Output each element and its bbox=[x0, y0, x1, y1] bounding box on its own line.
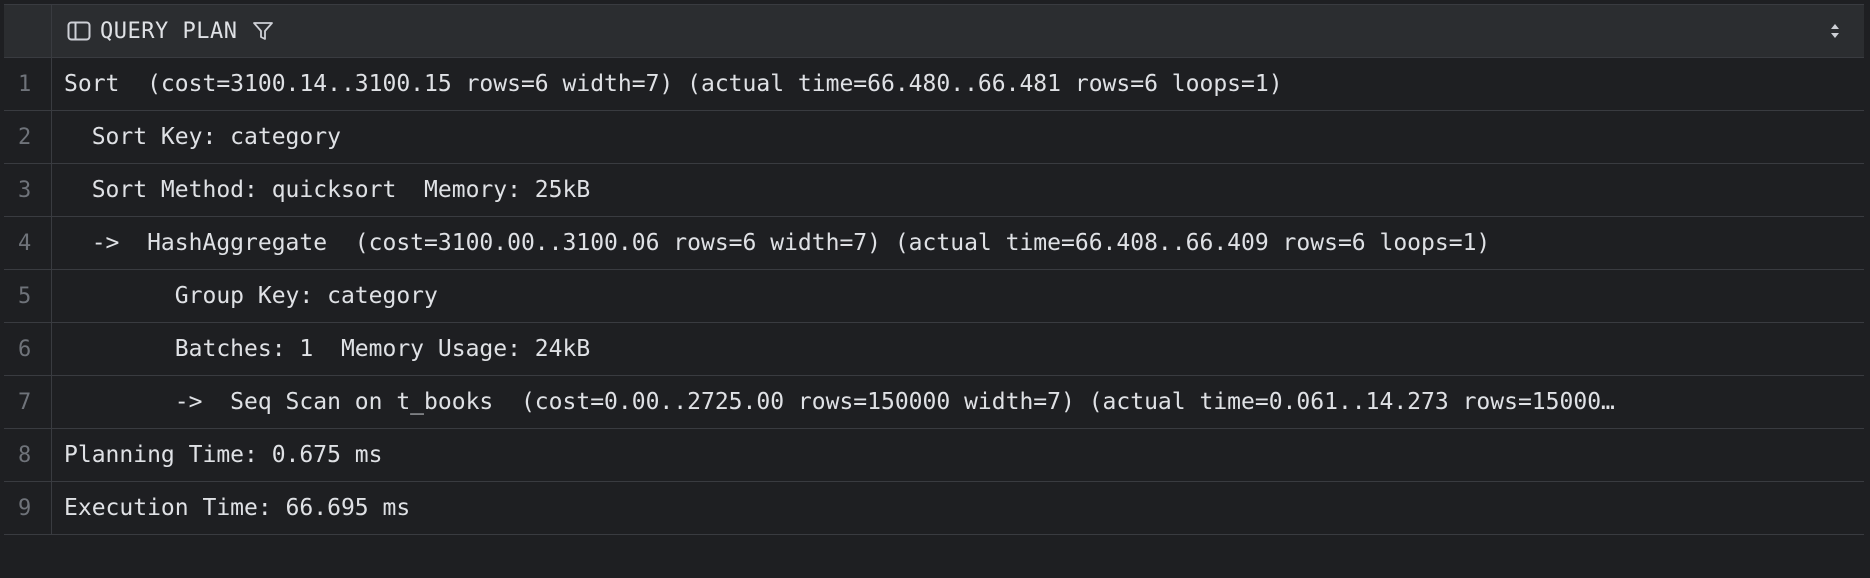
cell-text: Sort (cost=3100.14..3100.15 rows=6 width… bbox=[64, 71, 1283, 97]
query-plan-cell[interactable]: Execution Time: 66.695 ms bbox=[52, 482, 1864, 534]
query-plan-cell[interactable]: Planning Time: 0.675 ms bbox=[52, 429, 1864, 481]
row-number: 3 bbox=[4, 164, 52, 216]
row-number: 2 bbox=[4, 111, 52, 163]
cell-text: Planning Time: 0.675 ms bbox=[64, 442, 383, 468]
query-plan-cell[interactable]: -> HashAggregate (cost=3100.00..3100.06 … bbox=[52, 217, 1864, 269]
query-plan-grid: QUERY PLAN 1 Sort (cost=3100.14..3100.15… bbox=[4, 4, 1864, 535]
row-number: 9 bbox=[4, 482, 52, 534]
table-row[interactable]: 5 Group Key: category bbox=[4, 270, 1864, 323]
cell-text: -> Seq Scan on t_books (cost=0.00..2725.… bbox=[64, 389, 1615, 415]
row-number: 4 bbox=[4, 217, 52, 269]
cell-text: Batches: 1 Memory Usage: 24kB bbox=[64, 336, 591, 362]
table-row[interactable]: 2 Sort Key: category bbox=[4, 111, 1864, 164]
query-plan-cell[interactable]: Batches: 1 Memory Usage: 24kB bbox=[52, 323, 1864, 375]
filter-icon[interactable] bbox=[251, 19, 275, 43]
cell-text: Sort Method: quicksort Memory: 25kB bbox=[64, 177, 591, 203]
cell-text: Group Key: category bbox=[64, 283, 438, 309]
row-number: 5 bbox=[4, 270, 52, 322]
table-row[interactable]: 9 Execution Time: 66.695 ms bbox=[4, 482, 1864, 535]
table-row[interactable]: 7 -> Seq Scan on t_books (cost=0.00..272… bbox=[4, 376, 1864, 429]
cell-text: -> HashAggregate (cost=3100.00..3100.06 … bbox=[64, 230, 1491, 256]
table-row[interactable]: 3 Sort Method: quicksort Memory: 25kB bbox=[4, 164, 1864, 217]
table-row[interactable]: 6 Batches: 1 Memory Usage: 24kB bbox=[4, 323, 1864, 376]
row-number: 6 bbox=[4, 323, 52, 375]
row-number: 7 bbox=[4, 376, 52, 428]
query-plan-cell[interactable]: Sort Method: quicksort Memory: 25kB bbox=[52, 164, 1864, 216]
query-plan-cell[interactable]: Sort Key: category bbox=[52, 111, 1864, 163]
query-plan-cell[interactable]: Sort (cost=3100.14..3100.15 rows=6 width… bbox=[52, 58, 1864, 110]
query-plan-cell[interactable]: Group Key: category bbox=[52, 270, 1864, 322]
table-row[interactable]: 8 Planning Time: 0.675 ms bbox=[4, 429, 1864, 482]
row-number: 8 bbox=[4, 429, 52, 481]
row-number-header[interactable] bbox=[4, 5, 52, 57]
panel-icon[interactable] bbox=[66, 20, 92, 42]
table-row[interactable]: 4 -> HashAggregate (cost=3100.00..3100.0… bbox=[4, 217, 1864, 270]
table-row[interactable]: 1 Sort (cost=3100.14..3100.15 rows=6 wid… bbox=[4, 58, 1864, 111]
query-plan-cell[interactable]: -> Seq Scan on t_books (cost=0.00..2725.… bbox=[52, 376, 1864, 428]
column-header-query-plan[interactable]: QUERY PLAN bbox=[52, 5, 1864, 57]
sort-toggle-icon[interactable] bbox=[1828, 20, 1842, 42]
grid-header: QUERY PLAN bbox=[4, 5, 1864, 58]
column-title: QUERY PLAN bbox=[100, 18, 238, 44]
cell-text: Sort Key: category bbox=[64, 124, 341, 150]
cell-text: Execution Time: 66.695 ms bbox=[64, 495, 411, 521]
row-number: 1 bbox=[4, 58, 52, 110]
